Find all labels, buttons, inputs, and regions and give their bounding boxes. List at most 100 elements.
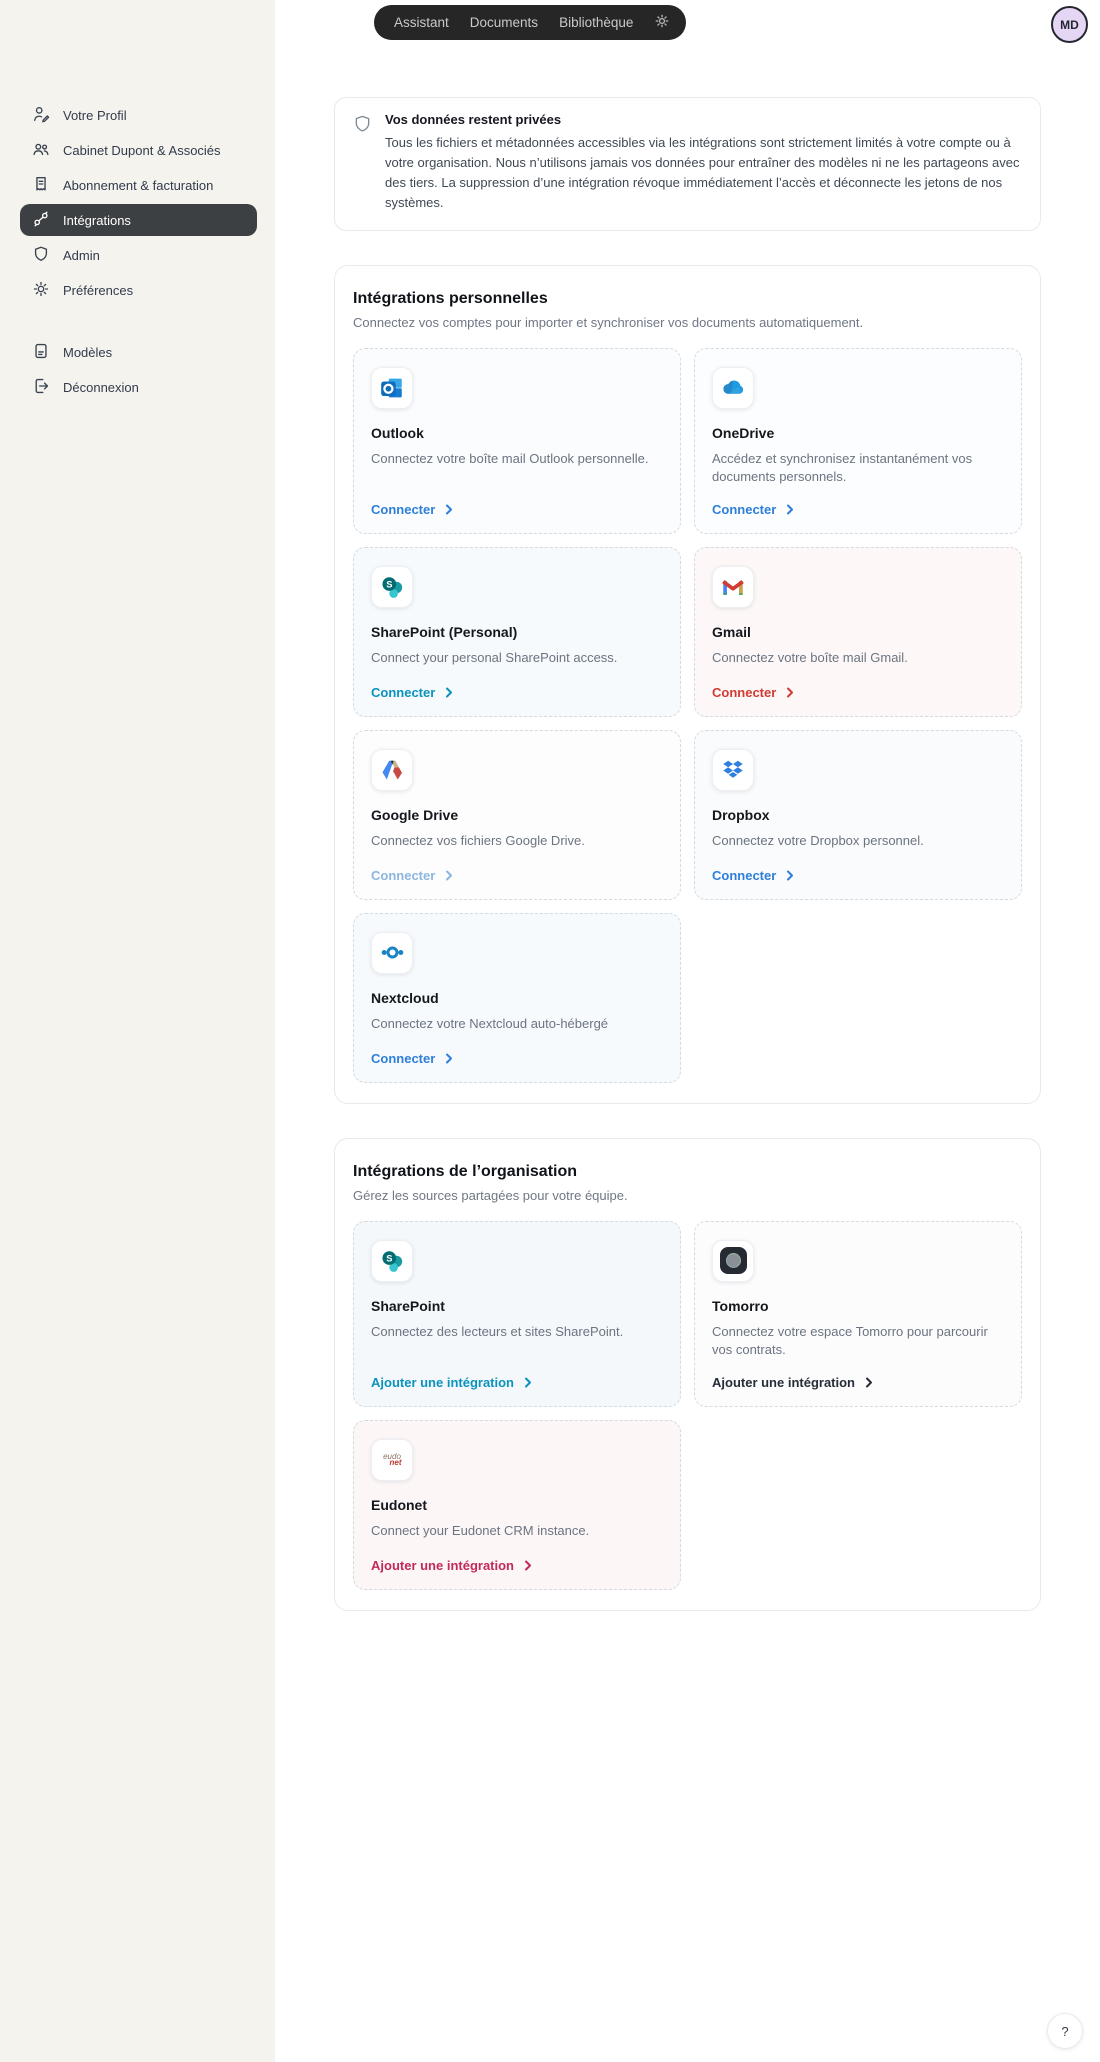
card-google-drive[interactable]: Google Drive Connectez vos fichiers Goog… [353,730,681,900]
card-description: Connectez vos fichiers Google Drive. [371,832,663,851]
user-edit-icon [32,105,50,126]
sidebar-item-preferences[interactable]: Préférences [20,274,257,306]
card-description: Connectez votre boîte mail Gmail. [712,649,1004,668]
sharepoint-icon: S [371,566,413,608]
sidebar: Votre Profil Cabinet Dupont & Associés A… [0,0,275,2062]
card-gmail[interactable]: Gmail Connectez votre boîte mail Gmail. … [694,547,1022,717]
connect-link[interactable]: Connecter [371,502,663,517]
card-description: Connect your personal SharePoint access. [371,649,663,668]
logout-icon [32,377,50,398]
tab-bibliotheque[interactable]: Bibliothèque [559,15,633,30]
card-description: Accédez et synchronisez instantanément v… [712,450,1004,488]
card-tomorro[interactable]: Tomorro Connectez votre espace Tomorro p… [694,1221,1022,1407]
card-title: OneDrive [712,425,1004,441]
card-title: Google Drive [371,807,663,823]
section-personal-integrations: Intégrations personnelles Connectez vos … [334,265,1041,1104]
connect-link[interactable]: Connecter [712,685,1004,700]
org-cards-grid: S SharePoint Connectez des lecteurs et s… [353,1221,1022,1590]
personal-cards-grid: Outlook Connectez votre boîte mail Outlo… [353,348,1022,1083]
connect-link[interactable]: Connecter [712,502,1004,517]
privacy-title: Vos données restent privées [385,112,1022,127]
chevron-right-icon [445,687,454,698]
sidebar-item-integrations[interactable]: Intégrations [20,204,257,236]
chevron-right-icon [786,870,795,881]
card-outlook[interactable]: Outlook Connectez votre boîte mail Outlo… [353,348,681,534]
connect-link[interactable]: Connecter [371,685,663,700]
tomorro-icon [712,1240,754,1282]
dropbox-icon [712,749,754,791]
grid-spacer [694,913,1022,1083]
card-title: Outlook [371,425,663,441]
sidebar-item-label: Votre Profil [63,108,127,123]
connect-link[interactable]: Connecter [371,868,663,883]
user-avatar[interactable]: MD [1051,6,1088,43]
help-button[interactable]: ? [1047,2013,1083,2049]
section-title: Intégrations de l’organisation [353,1163,1022,1181]
card-sharepoint-org[interactable]: S SharePoint Connectez des lecteurs et s… [353,1221,681,1407]
add-integration-link[interactable]: Ajouter une intégration [371,1558,663,1573]
avatar-initials: MD [1060,18,1079,32]
sharepoint-icon: S [371,1240,413,1282]
card-title: Eudonet [371,1497,663,1513]
card-description: Connectez votre Nextcloud auto-hébergé [371,1015,663,1034]
card-description: Connectez votre Dropbox personnel. [712,832,1004,851]
sidebar-item-label: Modèles [63,345,112,360]
card-onedrive[interactable]: OneDrive Accédez et synchronisez instant… [694,348,1022,534]
card-description: Connectez des lecteurs et sites SharePoi… [371,1323,663,1342]
sidebar-item-label: Abonnement & facturation [63,178,213,193]
chevron-right-icon [445,1053,454,1064]
chevron-right-icon [865,1377,874,1388]
connect-link[interactable]: Connecter [712,868,1004,883]
privacy-body: Tous les fichiers et métadonnées accessi… [385,133,1022,214]
outlook-icon [371,367,413,409]
chevron-right-icon [445,504,454,515]
sidebar-item-profile[interactable]: Votre Profil [20,99,257,131]
card-title: Dropbox [712,807,1004,823]
gear-icon [32,280,50,301]
card-description: Connectez votre espace Tomorro pour parc… [712,1323,1004,1361]
tab-documents[interactable]: Documents [470,15,538,30]
sidebar-item-cabinet[interactable]: Cabinet Dupont & Associés [20,134,257,166]
sidebar-item-label: Déconnexion [63,380,139,395]
receipt-icon [32,175,50,196]
add-integration-link[interactable]: Ajouter une intégration [371,1375,663,1390]
sidebar-item-label: Admin [63,248,100,263]
card-eudonet[interactable]: eudonet Eudonet Connect your Eudonet CRM… [353,1420,681,1590]
gmail-icon [712,566,754,608]
sidebar-item-models[interactable]: Modèles [20,336,257,368]
svg-text:S: S [386,1253,392,1263]
eudonet-icon: eudonet [371,1439,413,1481]
sidebar-gap [0,309,275,333]
sidebar-item-logout[interactable]: Déconnexion [20,371,257,403]
nextcloud-icon [371,932,413,974]
sidebar-nav: Votre Profil Cabinet Dupont & Associés A… [0,0,275,403]
shield-outline-icon [353,114,372,214]
chevron-right-icon [786,504,795,515]
card-nextcloud[interactable]: Nextcloud Connectez votre Nextcloud auto… [353,913,681,1083]
add-integration-link[interactable]: Ajouter une intégration [712,1375,1004,1390]
sidebar-item-label: Intégrations [63,213,131,228]
tab-assistant[interactable]: Assistant [394,15,449,30]
sidebar-item-admin[interactable]: Admin [20,239,257,271]
card-dropbox[interactable]: Dropbox Connectez votre Dropbox personne… [694,730,1022,900]
onedrive-icon [712,367,754,409]
card-title: SharePoint (Personal) [371,624,663,640]
card-title: SharePoint [371,1298,663,1314]
section-title: Intégrations personnelles [353,290,1022,308]
chevron-right-icon [786,687,795,698]
card-title: Nextcloud [371,990,663,1006]
connect-link[interactable]: Connecter [371,1051,663,1066]
chevron-right-icon [524,1377,533,1388]
main-area: Vos données restent privées Tous les fic… [275,0,1100,2062]
card-sharepoint-personal[interactable]: S SharePoint (Personal) Connect your per… [353,547,681,717]
top-navigation-pill: Assistant Documents Bibliothèque [374,5,686,40]
card-description: Connect your Eudonet CRM instance. [371,1522,663,1541]
grid-spacer [694,1420,1022,1590]
sidebar-item-billing[interactable]: Abonnement & facturation [20,169,257,201]
chevron-right-icon [445,870,454,881]
card-title: Gmail [712,624,1004,640]
document-icon [32,342,50,363]
sidebar-item-label: Préférences [63,283,133,298]
settings-gear-icon[interactable] [654,13,670,32]
google-drive-icon [371,749,413,791]
